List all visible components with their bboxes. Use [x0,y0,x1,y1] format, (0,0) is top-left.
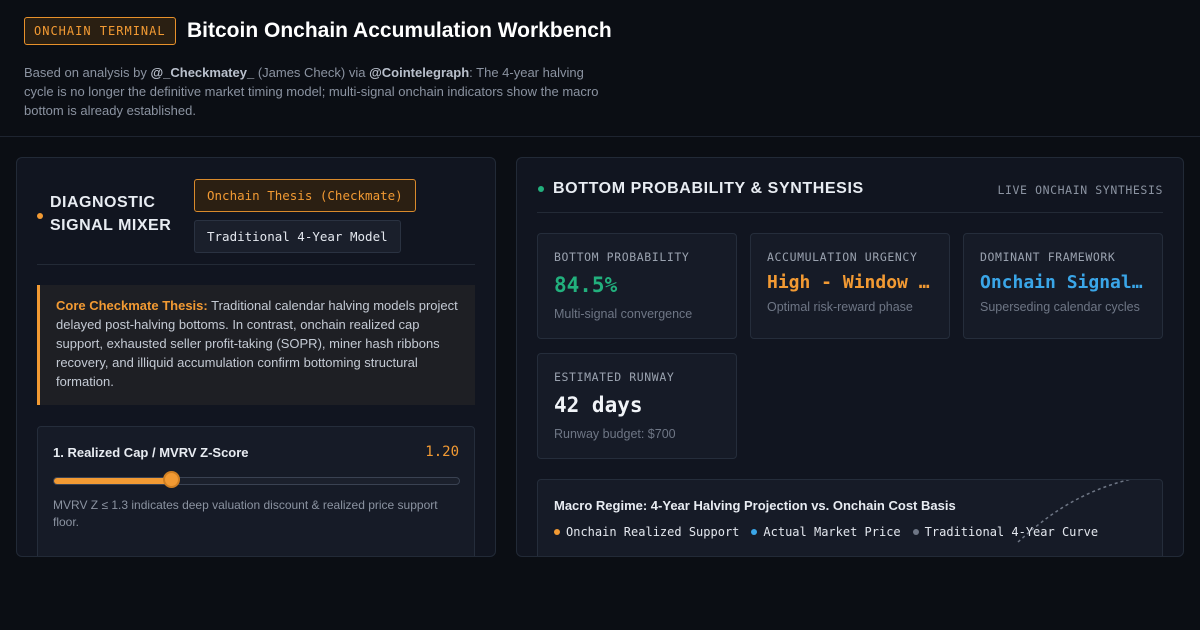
subtitle-prefix: Based on analysis by [24,65,151,80]
subtitle-author-name: (James Check) via [254,65,370,80]
legend-label: Onchain Realized Support [566,525,740,539]
stat-card-dominant-framework: DOMINANT FRAMEWORK Onchain Signals Domin… [963,233,1163,339]
synthesis-status: LIVE ONCHAIN SYNTHESIS [997,183,1163,197]
stat-label: BOTTOM PROBABILITY [554,250,690,264]
mvrv-slider-fill [54,478,172,484]
mixer-divider [37,264,475,265]
synthesis-title: BOTTOM PROBABILITY & SYNTHESIS [553,180,864,197]
stat-value: 84.5% [554,273,618,297]
terminal-badge: ONCHAIN TERMINAL [24,17,176,45]
synthesis-divider [537,212,1163,213]
metric-card-mvrv: 1. Realized Cap / MVRV Z-Score 1.20 MVRV… [37,426,475,556]
legend-swatch [751,529,758,535]
thesis-callout: Core Checkmate Thesis: Traditional calen… [37,285,475,405]
app-header: ONCHAIN TERMINAL Bitcoin Onchain Accumul… [0,0,1200,137]
legend-item-traditional-curve: Traditional 4-Year Curve [912,525,1099,539]
author-handle-link[interactable]: @_Checkmatey_ [150,65,254,80]
mixer-title: DIAGNOSTIC SIGNAL MIXER [50,194,172,234]
macro-regime-card: Macro Regime: 4-Year Halving Projection … [537,479,1163,556]
legend-label: Actual Market Price [763,525,901,539]
toggle-onchain-thesis[interactable]: Onchain Thesis (Checkmate) [194,179,416,212]
stat-note: Multi-signal convergence [554,307,693,321]
mvrv-slider-thumb[interactable] [163,471,181,488]
macro-regime-chart [1017,480,1131,543]
metric-label: 1. Realized Cap / MVRV Z-Score [53,445,249,460]
stat-value: Onchain Signals Dominant [980,272,1148,293]
mvrv-slider-track[interactable] [53,477,460,485]
legend-label: Traditional 4-Year Curve [924,525,1099,539]
toggle-traditional-model[interactable]: Traditional 4-Year Model [194,220,401,253]
stat-card-bottom-probability: BOTTOM PROBABILITY 84.5% Multi-signal co… [537,233,737,339]
stat-label: DOMINANT FRAMEWORK [980,250,1116,264]
signal-mixer-panel: DIAGNOSTIC SIGNAL MIXER Onchain Thesis (… [16,157,496,557]
regime-title: Macro Regime: 4-Year Halving Projection … [554,498,956,513]
app-title: Bitcoin Onchain Accumulation Workbench [187,19,612,42]
source-handle-link[interactable]: @Cointelegraph [369,65,469,80]
stat-card-estimated-runway: ESTIMATED RUNWAY 42 days Runway budget: … [537,353,737,459]
stat-label: ESTIMATED RUNWAY [554,370,675,384]
stat-value: High - Window Closing [767,272,935,293]
stat-note: Superseding calendar cycles [980,300,1140,314]
metric-note: MVRV Z ≤ 1.3 indicates deep valuation di… [53,498,438,529]
legend-swatch [554,529,560,535]
stat-value: 42 days [554,393,643,417]
metric-value: 1.20 [425,444,459,460]
stat-label: ACCUMULATION URGENCY [767,250,918,264]
synthesis-panel: BOTTOM PROBABILITY & SYNTHESIS LIVE ONCH… [516,157,1184,557]
thesis-lead: Core Checkmate Thesis: [56,298,208,313]
regime-legend: Onchain Realized Support Actual Market P… [554,525,1098,539]
legend-item-market-price: Actual Market Price [751,525,901,539]
stat-card-accumulation-urgency: ACCUMULATION URGENCY High - Window Closi… [750,233,950,339]
synthesis-status-dot [538,186,544,192]
stat-note: Runway budget: $700 [554,427,676,441]
mixer-status-dot [37,213,43,219]
page-subtitle: Based on analysis by @_Checkmatey_ (Jame… [24,63,614,120]
legend-swatch [912,529,919,535]
legend-item-realized-support: Onchain Realized Support [554,525,739,539]
stat-note: Optimal risk-reward phase [767,300,913,314]
